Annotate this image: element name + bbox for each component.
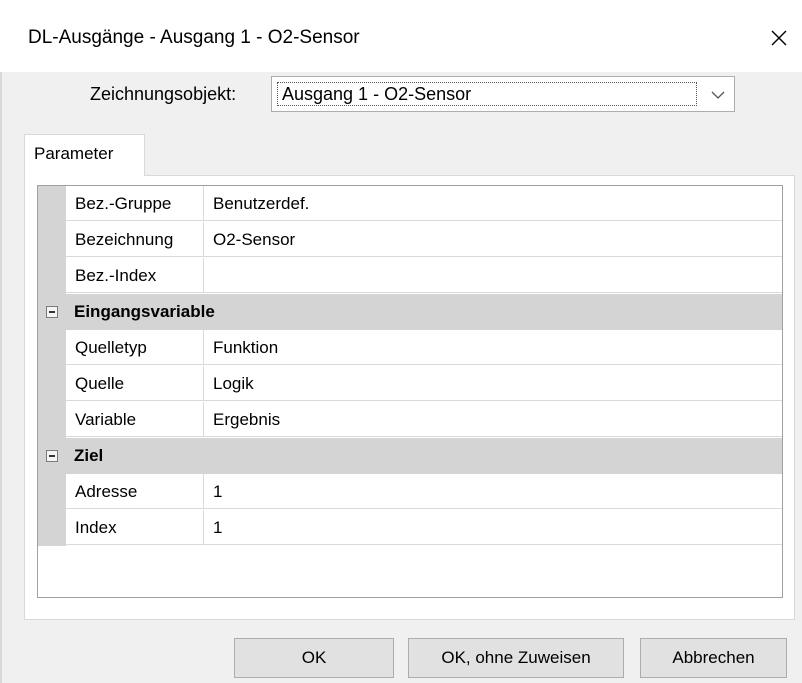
window-title: DL-Ausgänge - Ausgang 1 - O2-Sensor xyxy=(28,27,360,48)
property-value[interactable]: Funktion xyxy=(204,330,782,365)
category-label: Ziel xyxy=(74,446,104,465)
window-border xyxy=(0,72,2,683)
category-row[interactable]: Eingangsvariable xyxy=(38,294,782,330)
property-name: Bez.-Gruppe xyxy=(66,186,204,221)
property-row[interactable]: Quelletyp Funktion xyxy=(38,330,782,366)
property-name: Bezeichnung xyxy=(66,222,204,257)
property-name: Quelle xyxy=(66,366,204,401)
property-value[interactable]: O2-Sensor xyxy=(204,222,782,257)
property-row[interactable]: Index 1 xyxy=(38,510,782,546)
drawing-object-value: Ausgang 1 - O2-Sensor xyxy=(277,82,697,106)
cancel-button[interactable]: Abbrechen xyxy=(640,638,787,678)
property-row[interactable]: Bezeichnung O2-Sensor xyxy=(38,222,782,258)
property-name: Index xyxy=(66,510,204,545)
property-row[interactable]: Bez.-Gruppe Benutzerdef. xyxy=(38,186,782,222)
property-value[interactable]: Logik xyxy=(204,366,782,401)
property-name: Bez.-Index xyxy=(66,258,204,293)
category-row[interactable]: Ziel xyxy=(38,438,782,474)
row-gutter xyxy=(38,474,66,510)
property-row[interactable]: Adresse 1 xyxy=(38,474,782,510)
drawing-object-label: Zeichnungsobjekt: xyxy=(90,84,237,104)
property-value[interactable]: 1 xyxy=(204,474,782,509)
tab-parameter[interactable]: Parameter xyxy=(24,134,145,176)
property-value[interactable] xyxy=(204,258,782,293)
property-row[interactable]: Bez.-Index xyxy=(38,258,782,294)
property-name: Adresse xyxy=(66,474,204,509)
category-label: Eingangsvariable xyxy=(74,302,215,321)
row-gutter xyxy=(38,330,66,366)
ok-button[interactable]: OK xyxy=(234,638,394,678)
row-gutter xyxy=(38,402,66,438)
dialog-window: DL-Ausgänge - Ausgang 1 - O2-Sensor Zeic… xyxy=(0,0,802,683)
row-gutter xyxy=(38,510,66,546)
property-name: Variable xyxy=(66,402,204,437)
row-gutter xyxy=(38,186,66,222)
ok-without-assign-button[interactable]: OK, ohne Zuweisen xyxy=(408,638,624,678)
minus-box-icon[interactable] xyxy=(46,450,58,462)
chevron-down-icon[interactable] xyxy=(708,85,728,105)
property-grid: Bez.-Gruppe Benutzerdef. Bezeichnung O2-… xyxy=(37,185,783,598)
property-value[interactable]: Benutzerdef. xyxy=(204,186,782,221)
property-name: Quelletyp xyxy=(66,330,204,365)
minus-box-icon[interactable] xyxy=(46,306,58,318)
title-bar: DL-Ausgänge - Ausgang 1 - O2-Sensor xyxy=(0,0,802,72)
row-gutter xyxy=(38,258,66,294)
drawing-object-select[interactable]: Ausgang 1 - O2-Sensor xyxy=(271,76,735,112)
property-row[interactable]: Variable Ergebnis xyxy=(38,402,782,438)
close-button[interactable] xyxy=(756,18,802,58)
property-value[interactable]: Ergebnis xyxy=(204,402,782,437)
close-icon xyxy=(771,30,787,46)
property-value[interactable]: 1 xyxy=(204,510,782,545)
row-gutter xyxy=(38,222,66,258)
property-row[interactable]: Quelle Logik xyxy=(38,366,782,402)
row-gutter xyxy=(38,366,66,402)
